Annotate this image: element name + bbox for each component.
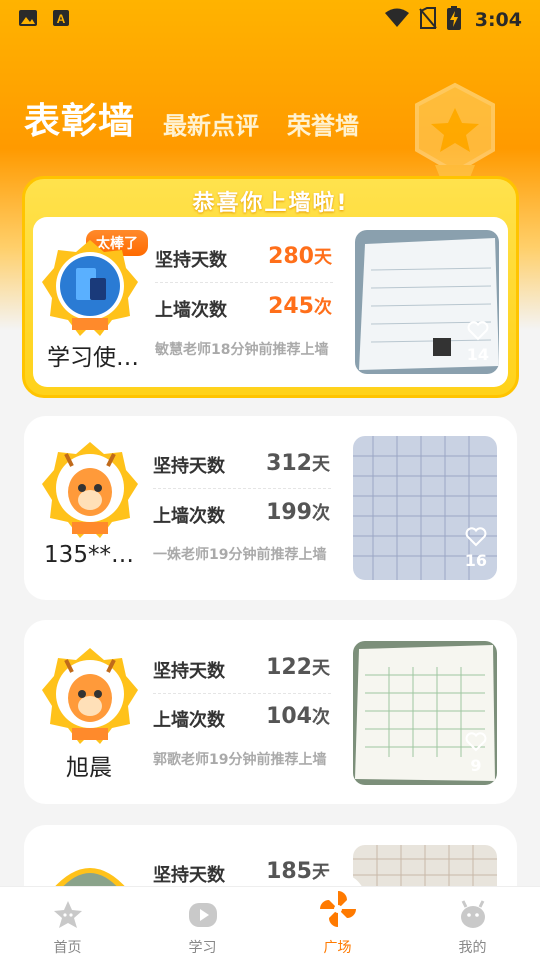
like-button[interactable]: 16 xyxy=(465,527,487,570)
wifi-icon xyxy=(384,8,409,32)
heart-icon xyxy=(467,321,489,341)
nav-home[interactable]: 首页 xyxy=(0,887,135,960)
nav-mine-label: 我的 xyxy=(458,940,487,956)
tab-commendation-wall[interactable]: 表彰墙 xyxy=(24,92,135,144)
wall-count-label: 上墙次数 xyxy=(155,300,227,321)
deer-face-icon xyxy=(457,899,489,933)
featured-banner: 恭喜你上墙啦! xyxy=(192,191,349,216)
header-tabs: 表彰墙 最新点评 荣誉墙 xyxy=(24,92,359,144)
homework-photo[interactable] xyxy=(353,845,497,886)
wall-count-value: 104次 xyxy=(266,704,330,729)
persist-days-label: 坚持天数 xyxy=(153,661,225,682)
persist-days-value: 185天 xyxy=(266,859,330,884)
persist-days-value: 280天 xyxy=(268,244,332,269)
wall-count-label: 上墙次数 xyxy=(153,506,225,527)
no-sim-icon xyxy=(418,7,437,33)
avatar[interactable] xyxy=(42,240,138,336)
play-study-icon xyxy=(187,899,219,933)
homework-photo[interactable]: 16 xyxy=(353,436,497,580)
bottom-nav: 首页 学习 广场 我的 xyxy=(0,886,540,960)
persist-days-label: 坚持天数 xyxy=(153,865,225,886)
like-button[interactable]: 14 xyxy=(467,321,489,364)
svg-text:A: A xyxy=(57,12,66,26)
recommend-text: 郭歌老师19分钟前推荐上墙 xyxy=(153,752,327,768)
heart-icon xyxy=(465,527,487,547)
status-bar: A 3:04 xyxy=(0,0,540,40)
nav-study-label: 学习 xyxy=(188,940,217,956)
nav-mine[interactable]: 我的 xyxy=(405,887,540,960)
persist-days-value: 312天 xyxy=(266,451,330,476)
star-home-icon xyxy=(52,899,84,933)
like-button[interactable]: 9 xyxy=(465,732,487,775)
heart-icon xyxy=(465,732,487,752)
persist-days-label: 坚持天数 xyxy=(153,456,225,477)
like-count: 9 xyxy=(470,756,482,775)
persist-days-value: 122天 xyxy=(266,655,330,680)
a-letter-icon: A xyxy=(52,9,70,31)
like-count: 14 xyxy=(466,345,489,364)
avatar[interactable] xyxy=(42,648,138,744)
username: 旭晨 xyxy=(66,755,112,781)
nav-square[interactable]: 广场 xyxy=(270,887,405,960)
nav-home-label: 首页 xyxy=(53,940,82,956)
persist-days-label: 坚持天数 xyxy=(155,250,227,271)
avatar[interactable] xyxy=(42,442,138,538)
username: 学习使… xyxy=(47,345,139,371)
divider xyxy=(153,488,331,489)
recommend-text: 一姝老师19分钟前推荐上墙 xyxy=(153,547,327,563)
wall-count-value: 199次 xyxy=(266,500,330,525)
battery-charging-icon xyxy=(446,6,461,34)
wall-count-value: 245次 xyxy=(268,294,332,319)
recommend-text: 敏慧老师18分钟前推荐上墙 xyxy=(155,342,329,358)
homework-photo[interactable]: 9 xyxy=(353,641,497,785)
divider xyxy=(153,693,331,694)
image-icon xyxy=(18,9,38,31)
divider xyxy=(155,282,333,283)
wall-count-label: 上墙次数 xyxy=(153,710,225,731)
username: 135**… xyxy=(44,542,134,568)
like-count: 16 xyxy=(464,551,487,570)
nav-square-label: 广场 xyxy=(323,940,352,956)
pinwheel-icon xyxy=(318,889,358,933)
clock-time: 3:04 xyxy=(474,9,522,31)
tab-honor-wall[interactable]: 荣誉墙 xyxy=(287,106,359,144)
homework-photo[interactable]: 14 xyxy=(355,230,499,374)
tab-latest-reviews[interactable]: 最新点评 xyxy=(163,106,259,144)
nav-study[interactable]: 学习 xyxy=(135,887,270,960)
